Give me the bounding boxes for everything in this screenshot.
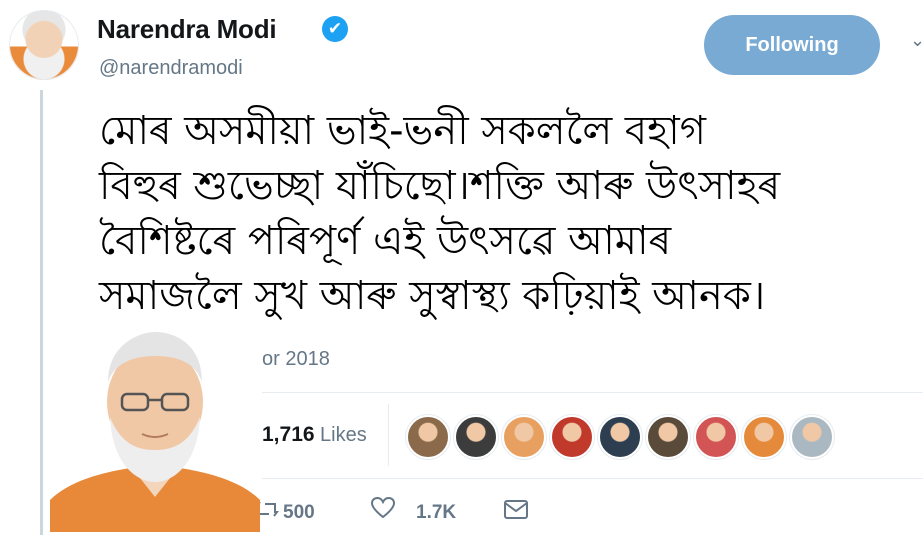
verified-badge-icon: ✔ [322,16,348,42]
liker-avatar[interactable] [598,415,642,459]
retweet-count[interactable]: 500 [283,502,315,524]
stats-separator [388,404,389,466]
liker-avatar[interactable] [502,415,546,459]
tweet-line-3: বৈশিষ্টৰে পৰিপূৰ্ণ এই উৎসৱে আমাৰ [99,218,672,264]
liker-avatar[interactable] [550,415,594,459]
tweet-date[interactable]: or 2018 [262,348,330,371]
divider [262,392,923,393]
tweet-line-1: মোৰ অসমীয়া ভাই-ভনী সকললৈ বহাগ [99,108,706,154]
divider [262,478,923,479]
likes-label[interactable]: Likes [320,424,367,447]
liker-avatar[interactable] [454,415,498,459]
user-handle[interactable]: @narendramodi [99,57,243,80]
chevron-down-icon[interactable]: ⌄ [910,30,923,51]
liker-avatar[interactable] [646,415,690,459]
likes-count[interactable]: 1,716 [262,423,315,447]
liker-avatar[interactable] [694,415,738,459]
tweet-line-4: সমাজলৈ সুখ আৰু সুস্বাস্থ্য কঢ়িয়াই আনক। [99,273,766,319]
tweet-text: মোৰ অসমীয়া ভাই-ভনী সকললৈ বহাগ বিহুৰ শুভ… [99,104,919,324]
following-button[interactable]: Following [704,15,880,75]
liker-avatar[interactable] [790,415,834,459]
heart-icon[interactable] [370,496,396,526]
liker-avatar[interactable] [406,415,450,459]
message-icon[interactable] [503,499,529,527]
profile-avatar[interactable] [9,10,79,80]
thread-line [40,90,43,535]
liker-avatar[interactable] [742,415,786,459]
tweet-line-2: বিহুৰ শুভেচ্ছা যাঁচিছো।শক্তি আৰু উৎসাহৰ [99,163,781,209]
overlay-portrait-photo [50,322,260,532]
display-name[interactable]: Narendra Modi [97,14,277,45]
like-count[interactable]: 1.7K [416,502,456,524]
